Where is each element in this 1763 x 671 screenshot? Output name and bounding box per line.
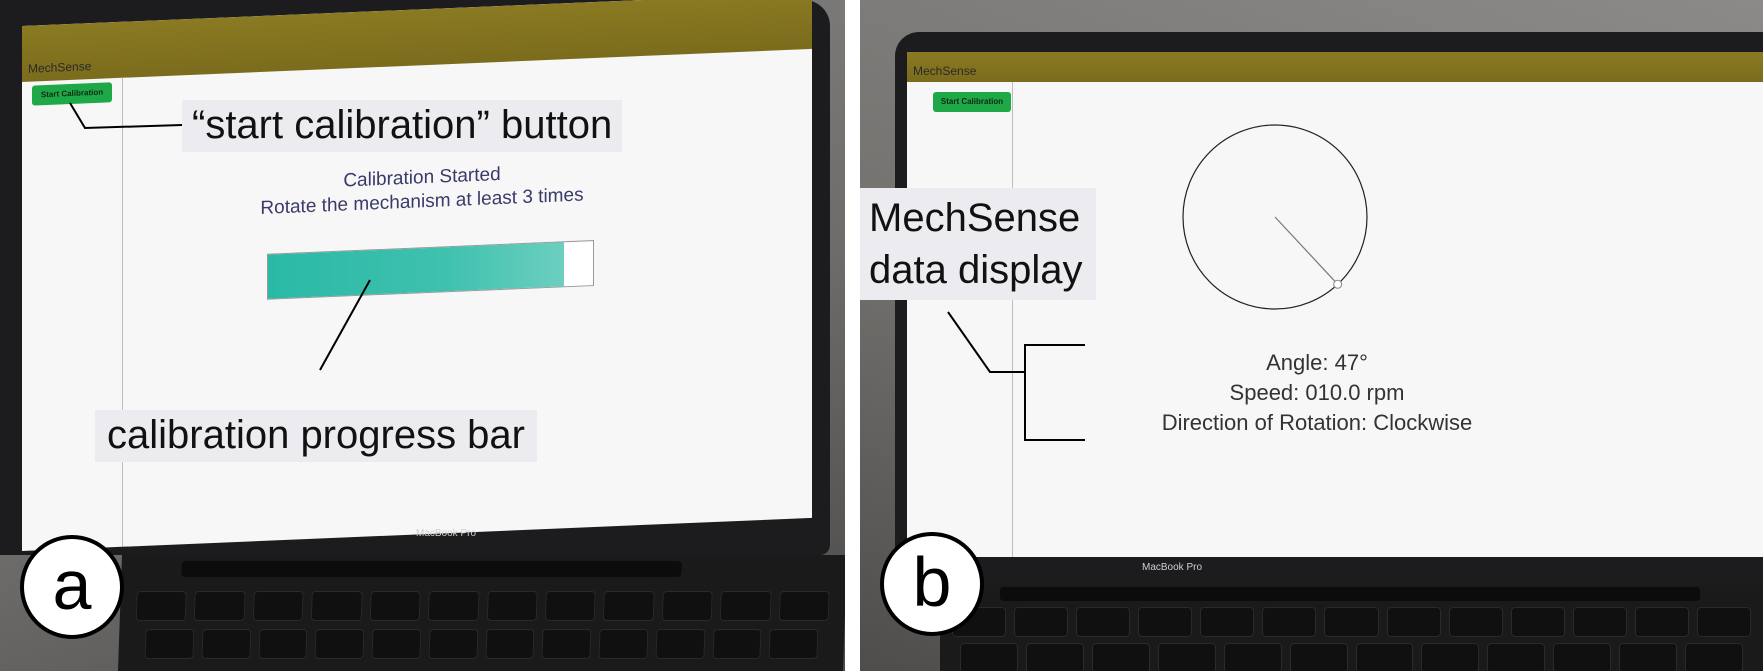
key bbox=[1014, 607, 1069, 637]
key bbox=[1200, 607, 1255, 637]
key bbox=[486, 591, 538, 621]
panel-label-b: b bbox=[880, 532, 984, 636]
key bbox=[1157, 643, 1216, 671]
key bbox=[427, 591, 480, 621]
key bbox=[1487, 643, 1546, 671]
key bbox=[1223, 643, 1282, 671]
panel-b: MechSense Start Calibration Angle: 47° S… bbox=[860, 0, 1763, 671]
key bbox=[661, 591, 713, 621]
callout-line-1: MechSense bbox=[869, 196, 1081, 240]
panel-a: MechSense Start Calibration Calibration … bbox=[0, 0, 845, 671]
key bbox=[1634, 607, 1689, 637]
key bbox=[768, 629, 819, 659]
key bbox=[1696, 607, 1752, 637]
key bbox=[1138, 607, 1193, 637]
key bbox=[1091, 643, 1150, 671]
key-row-2 bbox=[940, 643, 1763, 671]
callout-start-button: “start calibration” button bbox=[182, 100, 623, 152]
key bbox=[369, 591, 421, 621]
touch-bar bbox=[181, 561, 682, 577]
key bbox=[1619, 643, 1678, 671]
panel-label-a: a bbox=[20, 535, 124, 639]
key bbox=[1289, 643, 1348, 671]
key bbox=[1386, 607, 1441, 637]
keyboard bbox=[117, 555, 845, 671]
callout-progress-bar: calibration progress bar bbox=[95, 410, 537, 462]
key bbox=[1355, 643, 1414, 671]
key bbox=[1262, 607, 1317, 637]
key bbox=[144, 629, 195, 659]
annotation-lines bbox=[947, 311, 1085, 441]
key bbox=[194, 591, 246, 621]
key bbox=[778, 591, 830, 621]
key bbox=[711, 629, 762, 659]
progress-callout-line bbox=[319, 279, 371, 371]
key bbox=[252, 591, 305, 621]
key bbox=[484, 629, 535, 659]
key bbox=[603, 591, 655, 621]
key bbox=[655, 629, 705, 659]
touch-bar bbox=[1000, 587, 1700, 601]
callout-line-2: data display bbox=[869, 248, 1083, 292]
key bbox=[1421, 643, 1480, 671]
key bbox=[428, 629, 478, 659]
key bbox=[1076, 607, 1131, 637]
laptop-brand: MacBook Pro bbox=[416, 528, 477, 539]
key bbox=[541, 629, 592, 659]
key-row-2 bbox=[118, 629, 844, 659]
key bbox=[257, 629, 308, 659]
key bbox=[310, 591, 363, 621]
keyboard bbox=[940, 585, 1763, 671]
key-row-1 bbox=[940, 607, 1763, 637]
key bbox=[201, 629, 251, 659]
key-row-1 bbox=[120, 591, 845, 621]
key bbox=[1685, 643, 1744, 671]
key bbox=[1324, 607, 1379, 637]
display-bracket bbox=[1024, 344, 1085, 441]
button-callout-line bbox=[69, 102, 183, 130]
laptop-brand: MacBook Pro bbox=[1142, 562, 1203, 573]
key bbox=[1553, 643, 1612, 671]
key bbox=[598, 629, 649, 659]
key bbox=[1025, 643, 1084, 671]
key bbox=[371, 629, 422, 659]
key bbox=[719, 591, 772, 621]
key bbox=[544, 591, 597, 621]
callout-data-display: MechSense data display bbox=[860, 188, 1097, 300]
key bbox=[314, 629, 365, 659]
key bbox=[1448, 607, 1503, 637]
key bbox=[1572, 607, 1627, 637]
key bbox=[1510, 607, 1565, 637]
key bbox=[135, 591, 188, 621]
display-callout-line bbox=[947, 311, 1025, 373]
key bbox=[960, 643, 1018, 671]
